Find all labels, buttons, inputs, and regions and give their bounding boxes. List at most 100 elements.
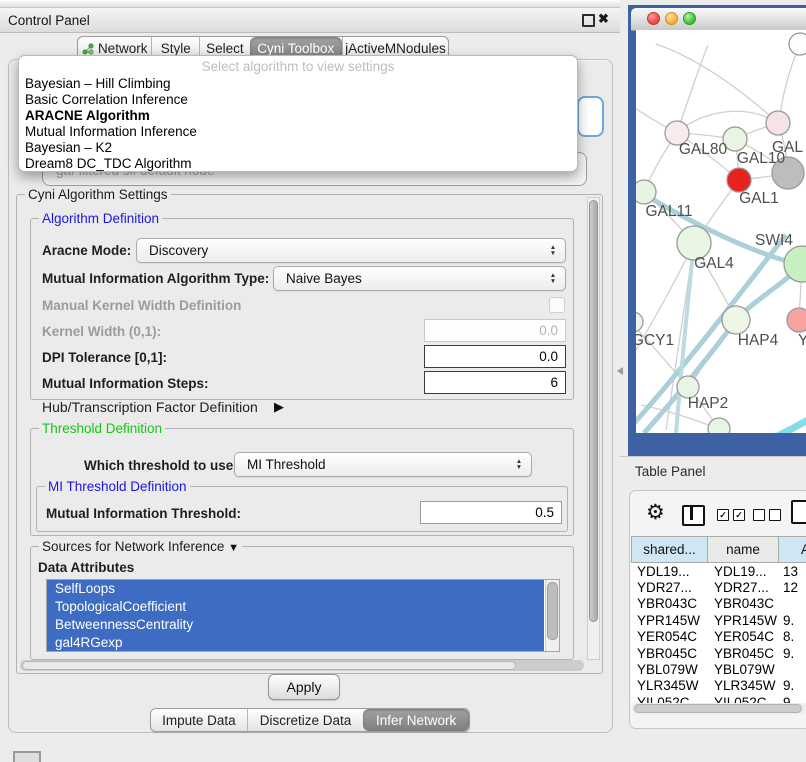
table-row[interactable]: YBL079W YBL079W — [631, 661, 806, 677]
which-threshold-combobox[interactable]: MI Threshold ▲ ▼ — [234, 452, 532, 477]
checkbox-unchecked-icon[interactable] — [753, 509, 765, 521]
table-row[interactable]: YBR043C YBR043C — [631, 596, 806, 612]
node-gal1[interactable] — [727, 168, 751, 192]
float-window-icon[interactable] — [582, 14, 595, 27]
node-gal11[interactable] — [636, 180, 656, 204]
table-panel-title: Table Panel — [635, 464, 706, 479]
checkbox-checked-icon[interactable]: ✓ — [733, 509, 745, 521]
cell[interactable]: YDL19... — [631, 564, 708, 579]
node[interactable] — [789, 33, 806, 55]
algorithm-option-selected[interactable]: ARACNE Algorithm — [19, 108, 577, 124]
aracne-mode-combobox[interactable]: Discovery ▲ ▼ — [136, 238, 566, 263]
apply-button-label: Apply — [286, 679, 321, 695]
combo-stepper-icon: ▲ ▼ — [510, 459, 531, 470]
attributes-list-scrollbar-thumb[interactable] — [547, 582, 558, 640]
cell[interactable]: YPR145W — [708, 613, 779, 628]
minimized-window-icon[interactable] — [13, 751, 41, 762]
cell[interactable]: YPR145W — [631, 613, 708, 628]
cell[interactable]: YBL079W — [631, 662, 708, 677]
expand-down-icon[interactable]: ▼ — [228, 542, 239, 554]
mi-algorithm-type-combobox[interactable]: Naive Bayes ▲ ▼ — [273, 266, 566, 291]
tab-discretize-data[interactable]: Discretize Data — [247, 709, 364, 731]
algorithm-option[interactable]: Dream8 DC_TDC Algorithm — [19, 156, 577, 172]
attributes-list-scrollbar[interactable] — [545, 580, 559, 651]
algorithm-option[interactable]: Bayesian – K2 — [19, 140, 577, 156]
table-row[interactable]: YLR345W YLR345W 9. — [631, 678, 806, 694]
cell[interactable]: YER054C — [631, 629, 708, 644]
apply-button[interactable]: Apply — [268, 674, 340, 700]
kernel-width-field[interactable]: 0.0 — [424, 319, 566, 342]
settings-vertical-scrollbar[interactable] — [587, 197, 600, 660]
table-horizontal-scrollbar-thumb[interactable] — [634, 704, 802, 713]
manual-kernel-width-label: Manual Kernel Width Definition — [42, 298, 241, 313]
cell[interactable]: YLR345W — [708, 678, 779, 693]
settings-horizontal-scrollbar[interactable] — [20, 660, 584, 671]
cell[interactable]: 9. — [779, 678, 794, 693]
cell[interactable]: YBR043C — [631, 596, 708, 611]
node-gcy1[interactable] — [636, 312, 643, 332]
cell[interactable]: YLR345W — [631, 678, 708, 693]
cell[interactable]: YER054C — [708, 629, 779, 644]
close-window-button[interactable] — [647, 12, 660, 25]
column-header-name[interactable]: name — [707, 536, 779, 563]
gear-icon[interactable]: ⚙ — [646, 500, 665, 525]
cell[interactable]: YIL052C — [708, 695, 779, 703]
node-gal-partial[interactable] — [766, 111, 790, 135]
control-panel-titlebar — [0, 8, 620, 33]
close-icon[interactable]: ✖ — [598, 11, 609, 27]
cell[interactable]: YBL079W — [708, 662, 779, 677]
cell[interactable]: 13 — [779, 564, 798, 579]
node-hap4[interactable] — [722, 306, 750, 334]
cell[interactable]: 9. — [779, 646, 794, 661]
tab-jactivemnodules-label: jActiveMNodules — [345, 41, 446, 56]
cell[interactable]: YIL052C — [631, 695, 708, 703]
list-item[interactable]: SelfLoops — [47, 580, 544, 598]
table-row[interactable]: YDR27... YDR27... 12 — [631, 579, 806, 595]
column-view-icon[interactable] — [682, 505, 705, 526]
checkbox-checked-icon[interactable]: ✓ — [717, 509, 729, 521]
column-header-partial[interactable]: A — [778, 536, 806, 563]
node[interactable] — [708, 418, 730, 433]
minimize-window-button[interactable] — [665, 12, 678, 25]
node-y-partial[interactable] — [787, 308, 806, 332]
collapse-right-icon[interactable]: ▶ — [274, 399, 284, 415]
cell[interactable]: YDR27... — [631, 580, 708, 595]
cell[interactable]: YDR27... — [708, 580, 779, 595]
checkbox-unchecked-icon[interactable] — [769, 509, 781, 521]
cell[interactable]: YBR045C — [708, 646, 779, 661]
network-window-titlebar[interactable] — [631, 8, 806, 31]
tab-impute-data[interactable]: Impute Data — [151, 709, 247, 731]
list-item[interactable]: BetweennessCentrality — [47, 616, 544, 634]
panel-splitter-handle[interactable] — [617, 367, 623, 375]
table-row[interactable]: YDL19... YDL19... 13 — [631, 563, 806, 579]
cell[interactable]: 12 — [779, 580, 798, 595]
table-horizontal-scrollbar[interactable] — [632, 703, 806, 714]
data-attributes-list[interactable]: SelfLoops TopologicalCoefficient Between… — [46, 579, 560, 652]
zoom-window-button[interactable] — [683, 12, 696, 25]
list-item[interactable]: gal4RGexp — [47, 634, 544, 652]
cell[interactable]: YBR043C — [708, 596, 779, 611]
cell[interactable]: YDL19... — [708, 564, 779, 579]
table-row[interactable]: YPR145W YPR145W 9. — [631, 612, 806, 628]
table-row[interactable]: YBR045C YBR045C 9. — [631, 645, 806, 661]
algorithm-option[interactable]: Basic Correlation Inference — [19, 92, 577, 108]
document-icon[interactable] — [791, 500, 806, 524]
table-row[interactable]: YER054C YER054C 8. — [631, 629, 806, 645]
column-header-shared-name[interactable]: shared... — [631, 536, 708, 563]
mi-threshold-field[interactable]: 0.5 — [420, 501, 562, 524]
algorithm-option[interactable]: Mutual Information Inference — [19, 124, 577, 140]
cell[interactable]: YBR045C — [631, 646, 708, 661]
cell[interactable]: 9. — [779, 613, 794, 628]
settings-vertical-scrollbar-thumb[interactable] — [589, 200, 598, 622]
cell[interactable]: 8. — [779, 629, 794, 644]
manual-kernel-width-checkbox[interactable] — [549, 297, 565, 313]
cell[interactable]: 9 — [779, 695, 791, 703]
network-canvas[interactable]: GAL GAL80 GAL10 GAL1 GAL11 GAL4 SWI4 GCY… — [636, 30, 806, 433]
table-row[interactable]: YIL052C YIL052C 9 — [631, 694, 806, 703]
settings-horizontal-scrollbar-thumb[interactable] — [22, 661, 516, 670]
tab-infer-network[interactable]: Infer Network — [363, 709, 469, 731]
dpi-tolerance-field[interactable]: 0.0 — [424, 345, 566, 368]
algorithm-option[interactable]: Bayesian – Hill Climbing — [19, 76, 577, 92]
mi-steps-field[interactable]: 6 — [424, 371, 566, 394]
list-item[interactable]: TopologicalCoefficient — [47, 598, 544, 616]
